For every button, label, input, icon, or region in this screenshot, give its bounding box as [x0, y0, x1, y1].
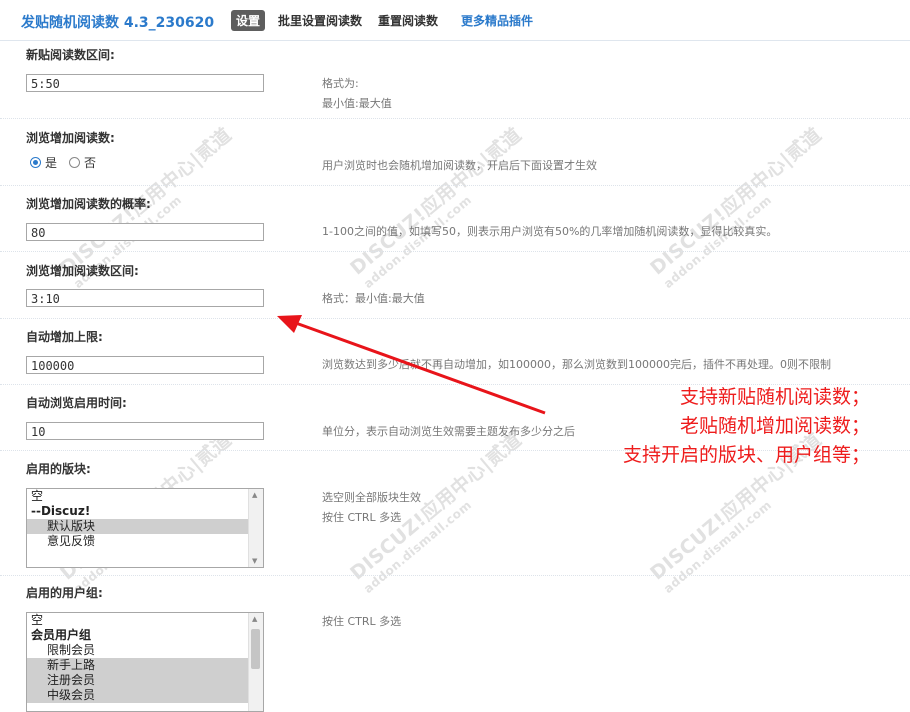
radio-no-label[interactable]: 否: [84, 154, 96, 171]
forums-label: 启用的版块:: [26, 462, 91, 476]
annotation-line: 支持开启的版块、用户组等；: [622, 444, 870, 466]
auto-max-desc: 浏览数达到多少后就不再自动增加，如100000，那么浏览数到100000完后，插…: [322, 358, 831, 371]
probability-label: 浏览增加阅读数的概率:: [26, 197, 151, 211]
forums-scrollbar[interactable]: ▲ ▼: [248, 489, 263, 567]
browse-range-label: 浏览增加阅读数区间:: [26, 264, 139, 278]
browse-increase-label: 浏览增加阅读数:: [26, 131, 115, 145]
list-item[interactable]: 会员用户组: [27, 628, 263, 643]
list-item[interactable]: 限制会员: [27, 643, 263, 658]
browse-range-desc: 格式：最小值:最大值: [322, 292, 425, 305]
forums-desc-1: 选空则全部版块生效: [322, 491, 421, 504]
scroll-up-icon[interactable]: ▲: [252, 615, 257, 623]
radio-yes-label[interactable]: 是: [45, 154, 57, 171]
list-item[interactable]: 注册会员: [27, 673, 263, 688]
usergroups-label: 启用的用户组:: [26, 586, 103, 600]
scroll-down-icon[interactable]: ▼: [252, 557, 257, 565]
new-range-desc-2: 最小值:最大值: [322, 97, 392, 110]
browse-range-input[interactable]: 3:10: [26, 289, 264, 307]
auto-max-input[interactable]: 100000: [26, 356, 264, 374]
browse-increase-radio-group: 是 否: [30, 154, 108, 171]
plugin-title: 发贴随机阅读数 4.3_230620: [21, 15, 215, 31]
usergroups-scrollbar[interactable]: ▲: [248, 613, 263, 711]
watermark: DISCUZ!应用中心|贰道addon.dismall.com: [346, 123, 527, 291]
browse-increase-desc: 用户浏览时也会随机增加阅读数，开启后下面设置才生效: [322, 159, 597, 172]
radio-yes[interactable]: [30, 157, 41, 168]
list-item[interactable]: 默认版块: [27, 519, 263, 534]
list-item[interactable]: 意见反馈: [27, 534, 263, 549]
auto-time-input[interactable]: 10: [26, 422, 264, 440]
list-item[interactable]: 新手上路: [27, 658, 263, 673]
new-range-input[interactable]: 5:50: [26, 74, 264, 92]
probability-desc: 1-100之间的值，如填写50，则表示用户浏览有50%的几率增加随机阅读数，显得…: [322, 225, 778, 238]
list-item[interactable]: 空: [27, 613, 263, 628]
page-header: 发贴随机阅读数 4.3_230620 设置 批里设置阅读数 重置阅读数 更多精品…: [0, 0, 910, 41]
new-range-label: 新贴阅读数区间:: [26, 48, 115, 62]
list-item[interactable]: 中级会员: [27, 688, 263, 703]
tab-batch-set-views[interactable]: 批里设置阅读数: [278, 12, 362, 29]
annotation-arrow: [277, 315, 546, 415]
annotation-line: 支持新贴随机阅读数；: [679, 386, 870, 408]
usergroups-desc: 按住 CTRL 多选: [322, 615, 402, 628]
tab-reset-views[interactable]: 重置阅读数: [378, 12, 438, 29]
radio-no[interactable]: [69, 157, 81, 168]
tab-more-plugins[interactable]: 更多精品插件: [461, 12, 533, 29]
usergroups-listbox[interactable]: 空 会员用户组 限制会员 新手上路 注册会员 中级会员 ▲: [26, 612, 264, 712]
new-range-desc-1: 格式为:: [322, 77, 359, 90]
list-item[interactable]: 空: [27, 489, 263, 504]
scroll-up-icon[interactable]: ▲: [252, 491, 257, 499]
auto-max-label: 自动增加上限:: [26, 330, 103, 344]
forums-listbox[interactable]: 空 --Discuz! 默认版块 意见反馈 ▲ ▼: [26, 488, 264, 568]
probability-input[interactable]: 80: [26, 223, 264, 241]
forums-desc-2: 按住 CTRL 多选: [322, 511, 402, 524]
feature-annotation: 支持新贴随机阅读数； 老贴随机增加阅读数； 支持开启的版块、用户组等；: [623, 383, 870, 470]
auto-time-label: 自动浏览启用时间:: [26, 396, 127, 410]
auto-time-desc: 单位分，表示自动浏览生效需要主题发布多少分之后: [322, 425, 575, 438]
scroll-thumb[interactable]: [251, 629, 260, 669]
tab-settings[interactable]: 设置: [231, 10, 266, 31]
watermark: DISCUZ!应用中心|贰道addon.dismall.com: [646, 123, 827, 291]
list-item[interactable]: --Discuz!: [27, 504, 263, 519]
annotation-line: 老贴随机增加阅读数；: [679, 415, 870, 437]
